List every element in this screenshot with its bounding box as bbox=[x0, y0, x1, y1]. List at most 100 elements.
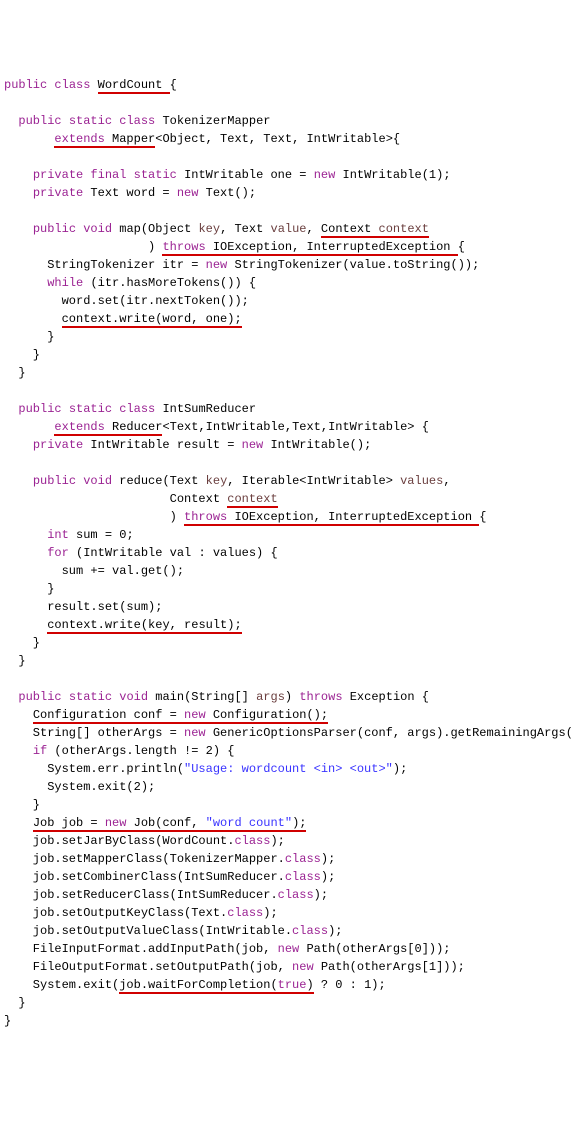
code-line: Context context bbox=[4, 490, 568, 508]
code-token: new bbox=[105, 816, 134, 832]
code-line: } bbox=[4, 634, 568, 652]
code-token: "Usage: wordcount <in> <out>" bbox=[184, 762, 393, 776]
code-token: , bbox=[307, 222, 321, 236]
code-line: ) throws IOException, InterruptedExcepti… bbox=[4, 238, 568, 256]
code-line: } bbox=[4, 652, 568, 670]
code-line: ) throws IOException, InterruptedExcepti… bbox=[4, 508, 568, 526]
code-token: reduce(Text bbox=[119, 474, 205, 488]
code-token: extends bbox=[54, 420, 112, 436]
code-line: String[] otherArgs = new GenericOptionsP… bbox=[4, 724, 568, 742]
code-token: WordCount bbox=[98, 78, 170, 94]
code-token: void bbox=[119, 690, 155, 704]
code-line: if (otherArgs.length != 2) { bbox=[4, 742, 568, 760]
code-token: ); bbox=[314, 888, 328, 902]
code-token: ); bbox=[270, 834, 284, 848]
code-token: class bbox=[119, 114, 162, 128]
code-token: ) bbox=[4, 240, 162, 254]
code-token: sum = 0; bbox=[76, 528, 134, 542]
code-token: <Object, Text, Text, IntWritable>{ bbox=[155, 132, 400, 146]
code-line: result.set(sum); bbox=[4, 598, 568, 616]
code-line bbox=[4, 202, 568, 220]
code-line: private IntWritable result = new IntWrit… bbox=[4, 436, 568, 454]
code-token: FileInputFormat.addInputPath(job, bbox=[4, 942, 278, 956]
code-token: job.setMapperClass(TokenizerMapper. bbox=[4, 852, 285, 866]
code-line: for (IntWritable val : values) { bbox=[4, 544, 568, 562]
code-token: job.setJarByClass(WordCount. bbox=[4, 834, 234, 848]
code-token: ); bbox=[292, 816, 306, 832]
code-line: word.set(itr.nextToken()); bbox=[4, 292, 568, 310]
code-token: public bbox=[4, 78, 54, 92]
code-token: map bbox=[119, 222, 141, 236]
code-line bbox=[4, 94, 568, 112]
code-token: } bbox=[4, 348, 40, 362]
code-token: true bbox=[278, 978, 307, 994]
code-token: Exception { bbox=[350, 690, 429, 704]
code-token bbox=[4, 816, 33, 830]
code-token: } bbox=[4, 582, 54, 596]
code-token: GenericOptionsParser(conf, args).getRema… bbox=[213, 726, 572, 740]
code-token: ) bbox=[285, 690, 299, 704]
code-token bbox=[4, 618, 47, 632]
code-line: private Text word = new Text(); bbox=[4, 184, 568, 202]
code-token: new bbox=[184, 708, 213, 724]
code-token: main(String[] bbox=[155, 690, 256, 704]
code-token: job.waitForCompletion( bbox=[119, 978, 277, 994]
code-line: } bbox=[4, 994, 568, 1012]
code-token: new bbox=[278, 942, 307, 956]
code-line: System.exit(job.waitForCompletion(true) … bbox=[4, 976, 568, 994]
code-token: FileOutputFormat.setOutputPath(job, bbox=[4, 960, 292, 974]
code-token: } bbox=[4, 798, 40, 812]
code-token: IntWritable result = bbox=[90, 438, 241, 452]
code-token: key bbox=[198, 222, 220, 236]
code-token: Text word = bbox=[90, 186, 176, 200]
code-token: } bbox=[4, 654, 26, 668]
code-token: value bbox=[271, 222, 307, 236]
code-token: } bbox=[4, 366, 26, 380]
code-token: for bbox=[47, 546, 76, 560]
code-line bbox=[4, 382, 568, 400]
code-token: ) bbox=[306, 978, 313, 994]
code-line: extends Mapper<Object, Text, Text, IntWr… bbox=[4, 130, 568, 148]
code-token bbox=[4, 222, 33, 236]
code-token: throws bbox=[184, 510, 234, 526]
code-line bbox=[4, 454, 568, 472]
code-token: } bbox=[4, 636, 40, 650]
code-token: } bbox=[4, 1014, 11, 1028]
code-token: System.exit(2); bbox=[4, 780, 155, 794]
code-token: Path(otherArgs[0])); bbox=[306, 942, 450, 956]
code-token: } bbox=[4, 330, 54, 344]
code-token: public bbox=[18, 114, 68, 128]
code-token: Mapper bbox=[112, 132, 155, 148]
code-token: class bbox=[234, 834, 270, 848]
code-token: int bbox=[47, 528, 76, 542]
code-token bbox=[4, 312, 62, 326]
code-token: { bbox=[170, 78, 177, 92]
code-line: } bbox=[4, 364, 568, 382]
code-line: System.err.println("Usage: wordcount <in… bbox=[4, 760, 568, 778]
code-token: , Iterable<IntWritable> bbox=[227, 474, 400, 488]
code-token: job.setCombinerClass(IntSumReducer. bbox=[4, 870, 285, 884]
code-token: ); bbox=[263, 906, 277, 920]
code-token: extends bbox=[54, 132, 112, 148]
code-line: public static class IntSumReducer bbox=[4, 400, 568, 418]
code-token bbox=[4, 420, 54, 434]
code-line: } bbox=[4, 796, 568, 814]
code-line: StringTokenizer itr = new StringTokenize… bbox=[4, 256, 568, 274]
code-token: throws bbox=[299, 690, 349, 704]
code-token: context.write(word, one); bbox=[62, 312, 242, 328]
code-token bbox=[4, 438, 33, 452]
code-line: public void map(Object key, Text value, … bbox=[4, 220, 568, 238]
code-token: { bbox=[458, 240, 465, 254]
code-token: private bbox=[33, 186, 91, 200]
code-line: } bbox=[4, 1012, 568, 1030]
code-token: (Object bbox=[141, 222, 199, 236]
code-token: if bbox=[33, 744, 55, 758]
code-token: class bbox=[285, 852, 321, 866]
code-token: IntWritable(); bbox=[270, 438, 371, 452]
code-token: public bbox=[18, 402, 68, 416]
code-token: static bbox=[69, 690, 119, 704]
code-line: job.setOutputValueClass(IntWritable.clas… bbox=[4, 922, 568, 940]
code-line: job.setOutputKeyClass(Text.class); bbox=[4, 904, 568, 922]
code-token: String[] otherArgs = bbox=[4, 726, 184, 740]
code-token: Job(conf, bbox=[134, 816, 206, 832]
